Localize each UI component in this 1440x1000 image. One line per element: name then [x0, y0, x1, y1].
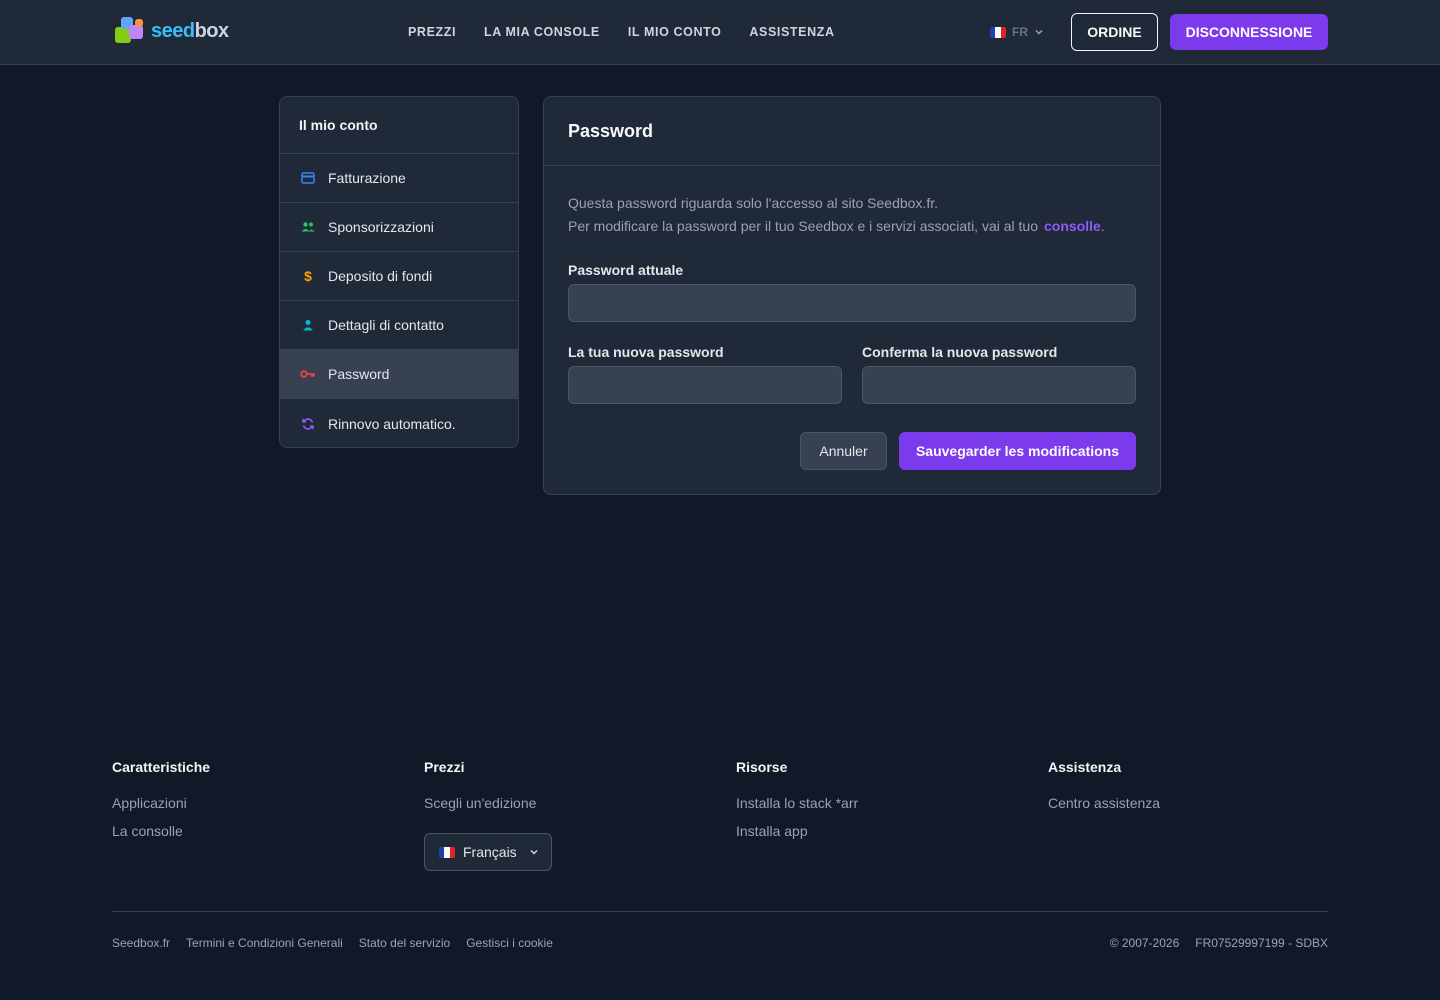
footer-column-title: Prezzi: [424, 759, 465, 775]
footer-column-resources: Risorse Installa lo stack *arr Installa …: [736, 758, 858, 850]
confirm-password-input[interactable]: [862, 366, 1136, 404]
nav-prezzi[interactable]: PREZZI: [408, 25, 456, 39]
logo-wordmark: seedbox: [151, 19, 229, 42]
info-line-1: Questa password riguarda solo l'accesso …: [568, 195, 938, 211]
footer-link-help-center[interactable]: Centro assistenza: [1048, 794, 1160, 822]
top-header: seedbox PREZZI LA MIA CONSOLE IL MIO CON…: [0, 0, 1440, 65]
sidebar-item-contact[interactable]: Dettagli di contatto: [280, 301, 518, 350]
current-password-input[interactable]: [568, 284, 1136, 322]
refresh-icon: [300, 416, 316, 432]
cancel-button[interactable]: Annuler: [800, 432, 887, 470]
footer-column-features: Caratteristiche Applicazioni La consolle: [112, 758, 210, 850]
language-code: FR: [1012, 25, 1028, 39]
nav-account[interactable]: IL MIO CONTO: [628, 25, 722, 39]
password-info: Questa password riguarda solo l'accesso …: [568, 192, 1105, 238]
password-panel: Password Questa password riguarda solo l…: [543, 96, 1161, 495]
legal-link-terms[interactable]: Termini e Condizioni Generali: [186, 936, 343, 950]
sidebar-item-auto-renew[interactable]: Rinnovo automatico.: [280, 399, 518, 447]
footer-column-title: Assistenza: [1048, 759, 1122, 775]
dollar-icon: $: [304, 268, 312, 284]
footer-column-support: Assistenza Centro assistenza: [1048, 758, 1160, 822]
chevron-down-icon: [1035, 29, 1043, 35]
chevron-down-icon: [530, 849, 538, 855]
legal-links: Seedbox.fr Termini e Condizioni Generali…: [112, 936, 553, 950]
panel-title: Password: [544, 97, 1160, 166]
footer-link-applications[interactable]: Applicazioni: [112, 794, 210, 822]
sidebar-item-label: Fatturazione: [328, 170, 406, 186]
sidebar-item-label: Sponsorizzazioni: [328, 219, 434, 235]
company-id: FR07529997199 - SDBX: [1195, 936, 1328, 950]
footer-link-edition[interactable]: Scegli un'edizione: [424, 794, 536, 822]
sidebar-item-label: Dettagli di contatto: [328, 317, 444, 333]
language-switcher[interactable]: FR: [990, 22, 1044, 42]
footer-link-arr-stack[interactable]: Installa lo stack *arr: [736, 794, 858, 822]
sidebar-item-label: Deposito di fondi: [328, 268, 433, 284]
user-icon: [300, 317, 316, 333]
footer-link-install-app[interactable]: Installa app: [736, 822, 858, 850]
footer-column-pricing: Prezzi Scegli un'edizione: [424, 758, 536, 822]
legal-link-site[interactable]: Seedbox.fr: [112, 936, 170, 950]
nav-console[interactable]: LA MIA CONSOLE: [484, 25, 600, 39]
console-link[interactable]: consolle: [1044, 218, 1101, 234]
sidebar-item-billing[interactable]: Fatturazione: [280, 154, 518, 203]
nav-support[interactable]: ASSISTENZA: [749, 25, 834, 39]
copyright: © 2007-2026 FR07529997199 - SDBX: [1110, 936, 1328, 950]
legal-link-cookies[interactable]: Gestisci i cookie: [466, 936, 553, 950]
new-password-label: La tua nuova password: [568, 344, 724, 360]
france-flag-icon: [439, 846, 455, 858]
users-icon: [300, 219, 316, 235]
seedbox-logo[interactable]: seedbox: [113, 15, 229, 47]
new-password-input[interactable]: [568, 366, 842, 404]
footer-link-console[interactable]: La consolle: [112, 822, 210, 850]
logo-cubes-icon: [113, 15, 149, 47]
info-line-2: Per modificare la password per il tuo Se…: [568, 218, 1105, 234]
france-flag-icon: [990, 26, 1006, 38]
credit-card-icon: [300, 170, 316, 186]
language-select-value: Français: [463, 844, 517, 860]
sidebar-item-password[interactable]: Password: [280, 350, 518, 399]
sidebar-title: Il mio conto: [280, 97, 518, 154]
account-sidebar: Il mio conto Fatturazione Sponsorizzazio…: [279, 96, 519, 448]
sidebar-item-deposit[interactable]: $ Deposito di fondi: [280, 252, 518, 301]
sidebar-item-label: Rinnovo automatico.: [328, 415, 456, 432]
confirm-password-label: Conferma la nuova password: [862, 344, 1058, 360]
copyright-years: © 2007-2026: [1109, 936, 1180, 950]
footer-column-title: Risorse: [736, 759, 788, 775]
key-icon: [300, 366, 316, 382]
sidebar-item-label: Password: [328, 366, 390, 382]
footer-divider: [112, 911, 1328, 912]
legal-link-status[interactable]: Stato del servizio: [359, 936, 450, 950]
footer-column-title: Caratteristiche: [112, 759, 211, 775]
footer-language-select[interactable]: Français: [424, 833, 552, 871]
current-password-label: Password attuale: [568, 262, 684, 278]
sidebar-item-sponsorships[interactable]: Sponsorizzazioni: [280, 203, 518, 252]
order-button[interactable]: ORDINE: [1071, 13, 1158, 51]
save-button[interactable]: Sauvegarder les modifications: [899, 432, 1136, 470]
logout-button[interactable]: DISCONNESSIONE: [1170, 14, 1328, 50]
main-nav: PREZZI LA MIA CONSOLE IL MIO CONTO ASSIS…: [408, 0, 835, 64]
